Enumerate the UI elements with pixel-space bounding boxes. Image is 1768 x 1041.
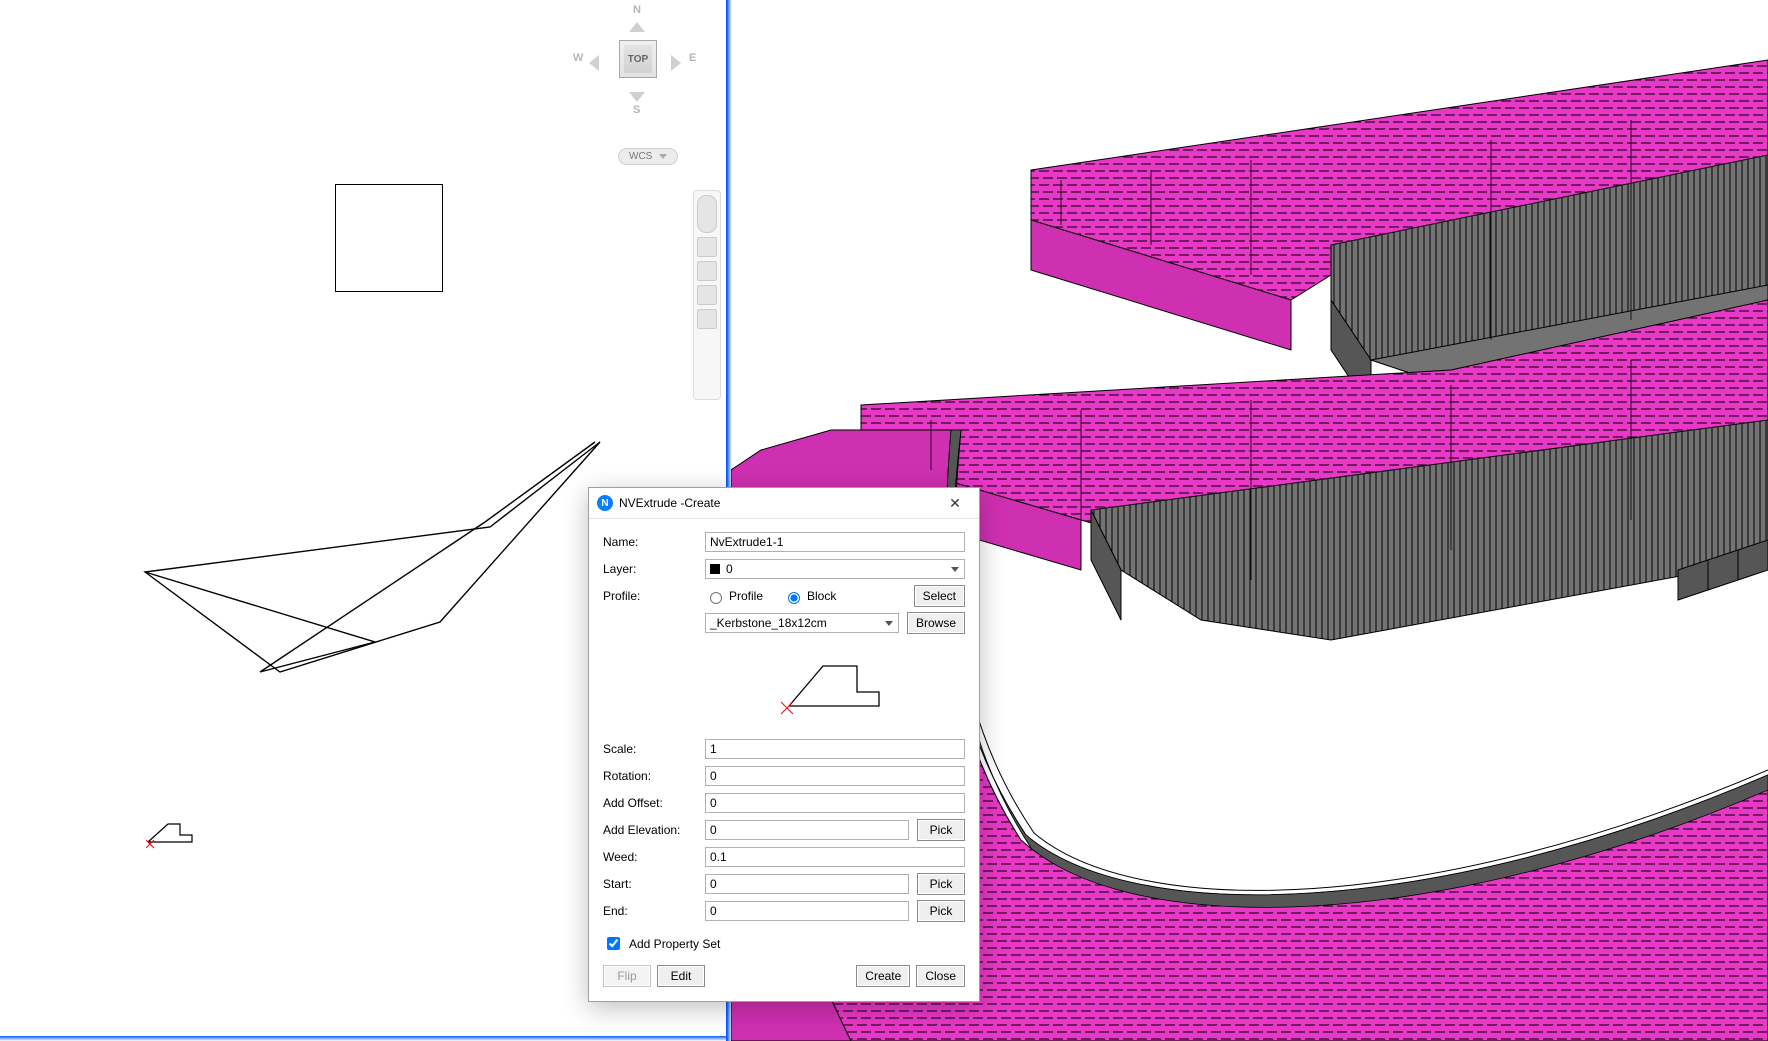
viewcube-face-top[interactable]: TOP	[619, 40, 657, 78]
edit-button[interactable]: Edit	[657, 965, 705, 987]
pan-icon[interactable]	[697, 237, 717, 257]
viewcube-face-label: TOP	[628, 54, 648, 65]
sketch-rectangle[interactable]	[335, 184, 443, 292]
label-weed: Weed:	[603, 850, 697, 864]
label-profile: Profile:	[603, 589, 697, 603]
nvextrude-dialog: N NVExtrude -Create ✕ Name: Layer: 0 Pro…	[588, 487, 980, 1002]
label-start: Start:	[603, 877, 697, 891]
close-button[interactable]: Close	[916, 965, 965, 987]
steering-wheel-icon[interactable]	[697, 195, 717, 233]
layer-dropdown[interactable]: 0	[705, 559, 965, 579]
orbit-icon[interactable]	[697, 285, 717, 305]
wcs-dropdown[interactable]: WCS	[618, 148, 678, 165]
layer-value: 0	[726, 562, 733, 576]
pick-start-button[interactable]: Pick	[917, 873, 965, 895]
navigation-bar[interactable]	[693, 190, 721, 400]
pick-end-button[interactable]: Pick	[917, 900, 965, 922]
block-name-value: _Kerbstone_18x12cm	[710, 616, 827, 630]
profile-preview	[697, 642, 965, 732]
chevron-left-icon[interactable]	[589, 55, 599, 71]
label-add-elevation: Add Elevation:	[603, 823, 697, 837]
profile-radio-block[interactable]: Block	[783, 589, 836, 604]
rotation-input[interactable]	[705, 766, 965, 786]
chevron-up-icon[interactable]	[629, 22, 645, 32]
label-end: End:	[603, 904, 697, 918]
profile-radio-profile-input[interactable]	[710, 592, 722, 604]
viewcube-east[interactable]: E	[689, 52, 697, 64]
add-offset-input[interactable]	[705, 793, 965, 813]
label-scale: Scale:	[603, 742, 697, 756]
wcs-label: WCS	[629, 151, 652, 162]
view-cube[interactable]: N S W E TOP	[571, 0, 701, 110]
label-add-offset: Add Offset:	[603, 796, 697, 810]
viewcube-south[interactable]: S	[633, 104, 641, 116]
create-button[interactable]: Create	[856, 965, 910, 987]
profile-radio-block-input[interactable]	[788, 592, 800, 604]
dialog-title: NVExtrude -Create	[619, 496, 939, 510]
add-property-set-checkbox[interactable]	[607, 937, 620, 950]
start-input[interactable]	[705, 874, 909, 894]
flip-button[interactable]: Flip	[603, 965, 651, 987]
zoom-icon[interactable]	[697, 261, 717, 281]
block-name-dropdown[interactable]: _Kerbstone_18x12cm	[705, 613, 899, 633]
browse-button[interactable]: Browse	[907, 612, 965, 634]
chevron-right-icon[interactable]	[671, 55, 681, 71]
label-layer: Layer:	[603, 562, 697, 576]
label-rotation: Rotation:	[603, 769, 697, 783]
label-name: Name:	[603, 535, 697, 549]
weed-input[interactable]	[705, 847, 965, 867]
layer-swatch-icon	[710, 564, 720, 574]
viewport-divider-bottom[interactable]	[0, 1036, 726, 1041]
close-icon[interactable]: ✕	[939, 492, 971, 514]
end-input[interactable]	[705, 901, 909, 921]
label-add-property-set: Add Property Set	[629, 937, 720, 951]
dialog-titlebar[interactable]: N NVExtrude -Create ✕	[589, 488, 979, 519]
sketch-profile-small[interactable]	[146, 820, 196, 853]
pick-elevation-button[interactable]: Pick	[917, 819, 965, 841]
sketch-polygon[interactable]	[140, 437, 620, 697]
scale-input[interactable]	[705, 739, 965, 759]
add-elevation-input[interactable]	[705, 820, 909, 840]
showhide-icon[interactable]	[697, 309, 717, 329]
drawing-viewport[interactable]: N S W E TOP WCS	[0, 0, 1768, 1041]
app-icon: N	[597, 495, 613, 511]
chevron-down-icon[interactable]	[629, 92, 645, 102]
name-input[interactable]	[705, 532, 965, 552]
viewcube-north[interactable]: N	[633, 4, 642, 16]
profile-radio-profile[interactable]: Profile	[705, 589, 763, 604]
viewcube-west[interactable]: W	[573, 52, 584, 64]
select-button[interactable]: Select	[914, 585, 965, 607]
